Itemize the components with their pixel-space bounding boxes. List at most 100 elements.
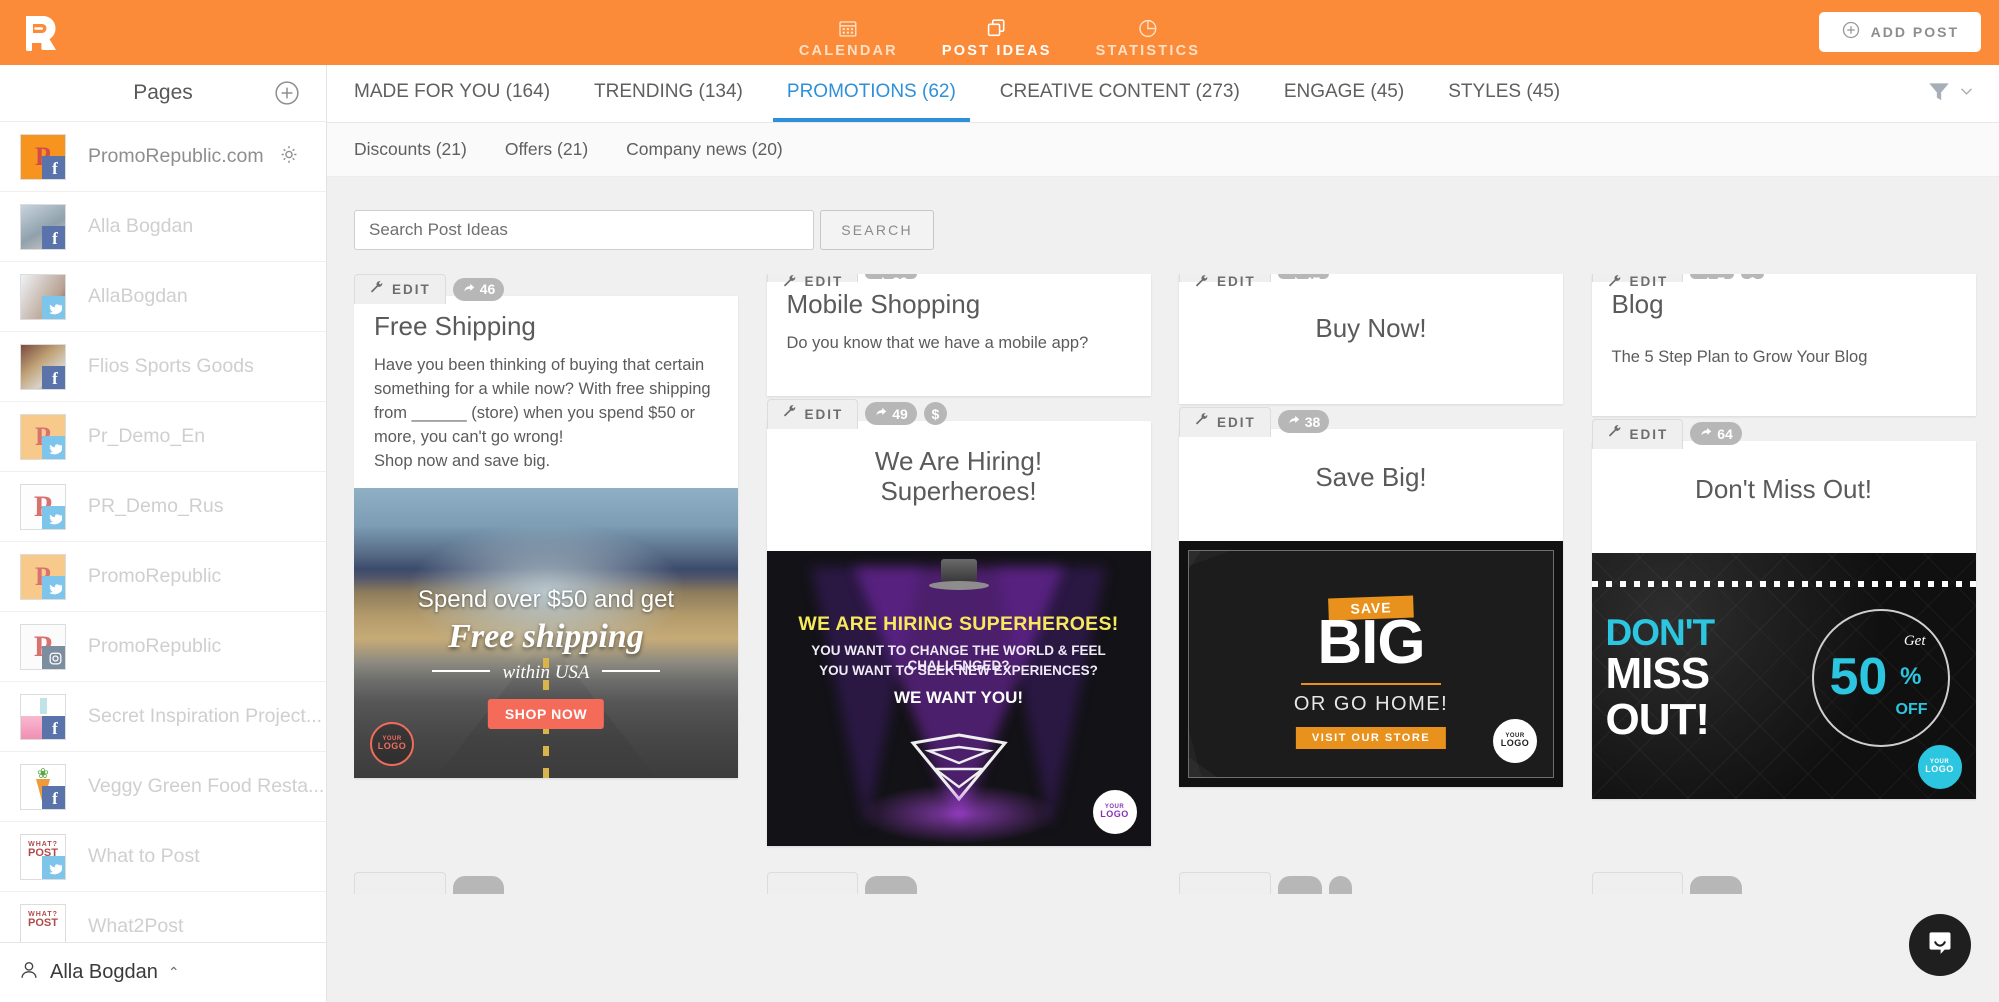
sidebar-item-promorepublic-com[interactable]: P f PromoRepublic.com <box>0 122 326 192</box>
card-creative-image[interactable]: Spend over $50 and get Free shipping wit… <box>354 487 738 778</box>
chevron-up-icon: ⌃ <box>167 964 180 980</box>
search-input[interactable] <box>354 210 814 250</box>
wrench-icon <box>369 280 384 300</box>
card-toolbar: EDIT 38 <box>1179 406 1330 437</box>
post-idea-card[interactable]: EDIT 49 $ We Are Hiring! Superheroes! WE… <box>766 398 1151 846</box>
sidebar-item-pr-demo-rus[interactable]: P PR_Demo_Rus <box>0 472 326 542</box>
card-creative-image[interactable]: SAVE BIG OR GO HOME! VISIT OUR STORE YOU… <box>1179 540 1563 787</box>
tab-trending[interactable]: TRENDING (134) <box>580 65 757 122</box>
promorepublic-logo-icon[interactable] <box>20 11 64 55</box>
edit-button[interactable]: EDIT <box>1591 418 1684 449</box>
plus-circle-icon <box>1841 20 1861 45</box>
avatar: P <box>20 413 66 460</box>
sidebar-item-label: Pr_Demo_En <box>88 425 206 447</box>
post-idea-card[interactable]: EDIT 47 Buy Now! <box>766 274 1563 894</box>
sidebar-item-allabogdan[interactable]: AllaBogdan <box>0 262 326 332</box>
creative-backdrop: SAVE BIG OR GO HOME! VISIT OUR STORE YOU… <box>1188 549 1554 778</box>
your-logo-badge: YOUR LOGO <box>1092 789 1137 834</box>
share-count-badge[interactable]: 49 <box>865 402 917 426</box>
post-idea-card[interactable]: EDIT 7 $ Blog The 5 Step Plan to Grow Yo… <box>1179 274 1976 894</box>
card-toolbar: EDIT 49 $ <box>766 398 947 429</box>
tab-label: ENGAGE (45) <box>1283 80 1405 102</box>
search-button[interactable]: SEARCH <box>820 210 934 250</box>
twitter-badge-icon <box>42 435 65 459</box>
add-post-button[interactable]: ADD POST <box>1818 12 1981 52</box>
sidebar-item-pr-demo-en[interactable]: P Pr_Demo_En <box>0 402 326 472</box>
share-count-badge[interactable]: 46 <box>452 277 505 301</box>
tab-label: STYLES (45) <box>1448 80 1561 102</box>
share-arrow-icon <box>1699 425 1713 442</box>
card-toolbar: EDIT 46 <box>354 274 505 304</box>
subtab-offers[interactable]: Offers (21) <box>505 139 588 160</box>
creative-divider <box>1301 682 1441 685</box>
twitter-badge-icon <box>42 295 65 319</box>
facebook-badge-icon: f <box>42 155 65 179</box>
your-logo-badge: YOUR LOGO <box>370 721 414 766</box>
chat-bubble-icon <box>1925 928 1955 963</box>
nav-item-post-ideas[interactable]: POST IDEAS <box>942 17 1052 59</box>
sidebar-item-alla-bogdan[interactable]: f Alla Bogdan <box>0 192 326 262</box>
dotted-divider <box>1591 580 1976 587</box>
wrench-icon <box>1607 424 1622 444</box>
subtab-company-news[interactable]: Company news (20) <box>626 139 783 160</box>
creative-line-2: MISS <box>1605 648 1711 698</box>
filter-button[interactable] <box>1926 78 1975 109</box>
gear-icon[interactable] <box>277 142 301 171</box>
post-idea-card[interactable]: EDIT 39 Mobile Shopping Do you know that… <box>354 274 1151 894</box>
share-count: 39 <box>892 274 908 290</box>
card-text: The 5 Step Plan to Grow Your Blog <box>1611 347 1868 366</box>
twitter-badge-icon <box>42 575 65 599</box>
user-menu[interactable]: Alla Bogdan ⌃ <box>0 942 326 1002</box>
creative-get-label: Get <box>1903 632 1926 649</box>
card-creative-image[interactable]: WE ARE HIRING SUPERHEROES! YOU WANT TO C… <box>766 550 1151 846</box>
creative-subline: OR GO HOME! <box>1293 692 1449 715</box>
card-creative-image[interactable]: DON'T MISS OUT! Get 50 % OFF YOUR LOGO <box>1591 552 1976 799</box>
sidebar-item-what-to-post[interactable]: WHAT? POST What to Post <box>0 822 326 892</box>
post-idea-card[interactable]: EDIT 38 Save Big! SAVE BIG OR GO HOME! V… <box>1179 406 1563 787</box>
wrench-icon <box>1194 412 1209 432</box>
creative-line-2: Free shipping <box>448 618 644 655</box>
sidebar-item-label: Flios Sports Goods <box>88 355 254 377</box>
edit-button[interactable]: EDIT <box>766 398 859 429</box>
sidebar-item-what2post[interactable]: WHAT? POST What2Post <box>0 892 326 942</box>
calendar-icon <box>838 17 859 39</box>
edit-button[interactable]: EDIT <box>354 274 446 304</box>
avatar: ❀ f <box>20 763 66 810</box>
tab-made-for-you[interactable]: MADE FOR YOU (164) <box>354 65 564 122</box>
nav-item-calendar[interactable]: CALENDAR <box>799 17 898 59</box>
user-name: Alla Bogdan <box>50 961 158 983</box>
share-count: 49 <box>892 405 908 422</box>
avatar: P <box>20 483 66 530</box>
tab-promotions[interactable]: PROMOTIONS (62) <box>772 65 970 122</box>
nav-item-statistics[interactable]: STATISTICS <box>1096 17 1200 59</box>
edit-label: EDIT <box>1217 414 1256 430</box>
card-text: Have you been thinking of buying that ce… <box>374 355 711 470</box>
tab-styles[interactable]: STYLES (45) <box>1434 65 1574 122</box>
sidebar-item-secret-inspiration-project[interactable]: f Secret Inspiration Project... <box>0 682 326 752</box>
sidebar-item-promorepublic-twitter[interactable]: P PromoRepublic <box>0 542 326 612</box>
sidebar-item-veggy-green-food-restaurant[interactable]: ❀ f Veggy Green Food Resta... <box>0 752 326 822</box>
add-page-button[interactable] <box>274 80 300 106</box>
share-count-badge[interactable]: 64 <box>1690 422 1742 446</box>
wrench-icon <box>1607 274 1622 294</box>
tab-engage[interactable]: ENGAGE (45) <box>1270 65 1418 122</box>
premium-badge[interactable]: $ <box>923 402 947 426</box>
add-post-label: ADD POST <box>1870 24 1959 40</box>
wrench-icon <box>782 404 797 424</box>
tab-creative-content[interactable]: CREATIVE CONTENT (273) <box>986 65 1254 122</box>
card-body: Blog The 5 Step Plan to Grow Your Blog <box>1592 274 1976 416</box>
pages-list[interactable]: P f PromoRepublic.com f Alla Bogdan <box>0 122 326 942</box>
share-count-badge[interactable]: 38 <box>1277 410 1330 434</box>
filter-funnel-icon <box>1926 78 1952 109</box>
sidebar-item-promorepublic-instagram[interactable]: P PromoRepublic <box>0 612 326 682</box>
intercom-launcher[interactable] <box>1909 914 1971 976</box>
post-idea-card[interactable]: EDIT 46 Free Shipping Have you been thin… <box>354 274 738 778</box>
edit-button[interactable]: EDIT <box>1179 406 1271 437</box>
subtab-discounts[interactable]: Discounts (21) <box>354 139 467 160</box>
post-idea-card[interactable]: EDIT 64 Don't Miss Out! DON'T MISS OUT! … <box>1591 418 1976 799</box>
logo-bottom: LOGO <box>1925 764 1954 775</box>
twitter-badge-icon <box>42 855 65 879</box>
sidebar-item-label: Alla Bogdan <box>88 215 194 237</box>
sidebar-item-flios-sports-goods[interactable]: f Flios Sports Goods <box>0 332 326 402</box>
top-app-bar: CALENDAR POST IDEAS STATISTICS ADD POST <box>0 0 1999 65</box>
